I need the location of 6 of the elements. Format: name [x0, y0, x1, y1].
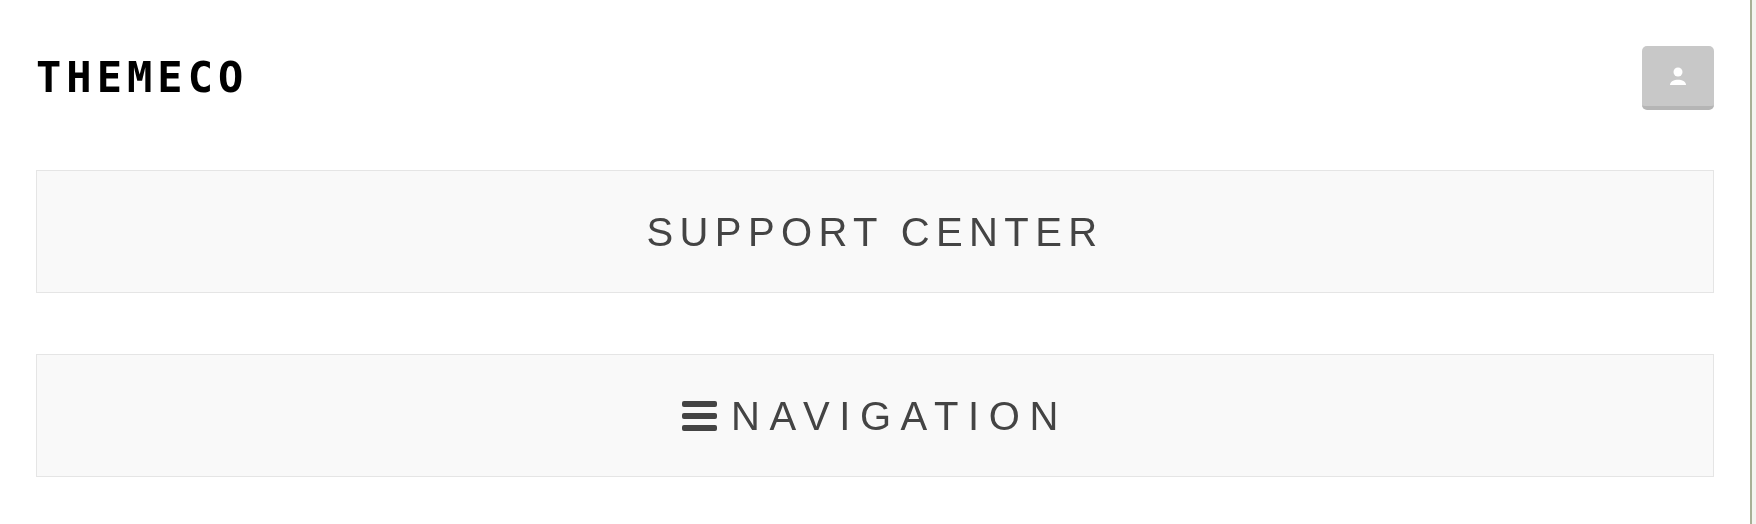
user-icon: [1668, 66, 1688, 86]
logo[interactable]: THEMECO: [36, 57, 249, 99]
banner-title: SUPPORT CENTER: [646, 208, 1104, 256]
navigation-toggle[interactable]: NAVIGATION: [36, 354, 1714, 477]
menu-icon: [682, 400, 718, 431]
user-button[interactable]: [1642, 46, 1714, 110]
